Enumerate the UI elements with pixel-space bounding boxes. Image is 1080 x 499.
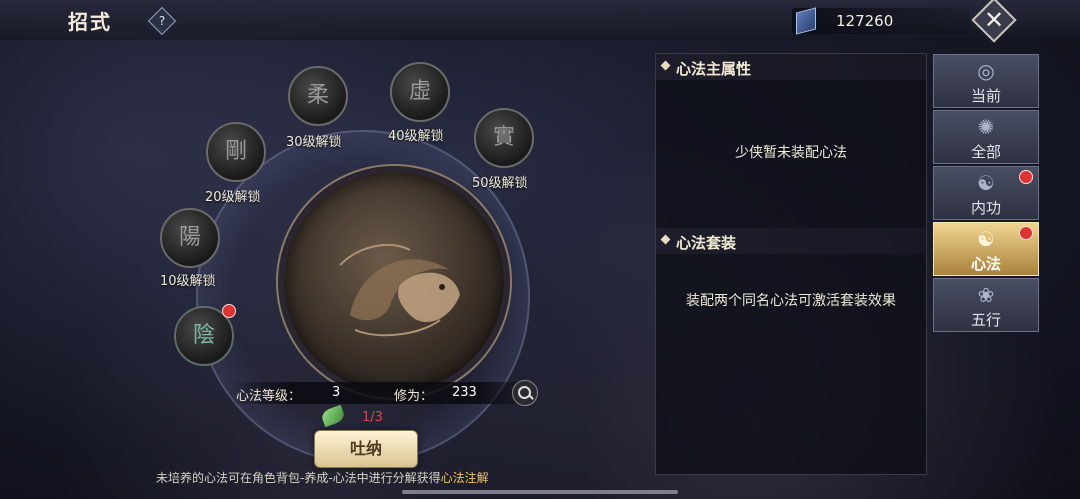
slot-glyph: 實 [492, 125, 515, 150]
slot-glyph: 虛 [408, 79, 431, 104]
page-title: 招式 [68, 10, 112, 34]
slot-unlock-label: 30级解锁 [286, 135, 342, 150]
slot-unlock-label: 20级解锁 [205, 190, 261, 205]
tab-label: 内功 [970, 199, 1001, 217]
tab-label: 全部 [970, 143, 1001, 161]
slot-unlock-label: 40级解锁 [388, 129, 444, 144]
slot-rou[interactable]: 柔 [288, 66, 348, 126]
level-value: 3 [332, 385, 341, 400]
attribute-panel: 心法主属性 少侠暂未装配心法 心法套装 装配两个同名心法可激活套装效果 [655, 53, 927, 475]
tab-label: 当前 [970, 87, 1001, 105]
help-button[interactable]: ? [147, 6, 177, 36]
main-attr-header: 心法主属性 [656, 54, 926, 80]
breathe-button-label: 吐纳 [349, 439, 382, 458]
slot-yang[interactable]: 陽 [160, 208, 220, 268]
slot-xu[interactable]: 虛 [390, 62, 450, 122]
breathe-count: 1/3 [362, 410, 383, 425]
main-attr-title: 心法主属性 [676, 60, 752, 78]
hint-text: 未培养的心法可在角色背包-养成-心法中进行分解获得心法注解 [156, 469, 489, 486]
tab-five-elements[interactable]: ❀ 五行 [933, 278, 1039, 332]
set-title: 心法套装 [676, 234, 737, 252]
slot-unlock-label: 50级解锁 [472, 176, 528, 191]
help-icon: ? [158, 14, 166, 28]
home-indicator [402, 490, 678, 494]
koi-fish-emblem [339, 244, 460, 337]
set-text: 装配两个同名心法可激活套装效果 [686, 293, 896, 309]
book-icon [796, 7, 816, 35]
hint-text-main: 未培养的心法可在角色背包-养成-心法中进行分解获得 [156, 471, 441, 485]
tab-current[interactable]: ◎ 当前 [933, 54, 1039, 108]
all-icon: ✺ [977, 115, 995, 139]
current-icon: ◎ [977, 59, 995, 83]
currency-value: 127260 [836, 12, 894, 30]
tab-heart-method-badge [1019, 226, 1033, 240]
slot-glyph: 剛 [224, 139, 247, 164]
inner-power-icon: ☯ [977, 171, 995, 195]
slot-shi[interactable]: 實 [474, 108, 534, 168]
set-header: 心法套装 [656, 228, 926, 254]
five-elements-icon: ❀ [977, 283, 995, 307]
diamond-icon [660, 234, 671, 245]
slot-unlock-label: 10级解锁 [160, 274, 216, 289]
hint-highlight: 心法注解 [440, 471, 489, 485]
slot-glyph: 陽 [178, 225, 201, 250]
slot-yin-badge [222, 304, 236, 318]
level-label: 心法等级： [236, 389, 302, 404]
level-info-bar: 心法等级： 3 修为： 233 [228, 382, 542, 404]
cultivation-label: 修为： [394, 389, 434, 404]
tab-inner-power-badge [1019, 170, 1033, 184]
tab-label: 心法 [970, 255, 1001, 273]
top-bar: 招式 ? 127260 ✕ [0, 0, 1080, 43]
cultivation-value: 233 [452, 385, 477, 400]
tab-label: 五行 [970, 311, 1001, 329]
main-attr-text: 少侠暂未装配心法 [735, 145, 847, 161]
diamond-icon [660, 60, 671, 71]
breathe-button[interactable]: 吐纳 [314, 430, 418, 468]
tab-all[interactable]: ✺ 全部 [933, 110, 1039, 164]
heart-method-icon: ☯ [977, 227, 995, 251]
slot-glyph: 柔 [306, 83, 329, 108]
slot-gang[interactable]: 剛 [206, 122, 266, 182]
close-icon: ✕ [983, 6, 1005, 34]
currency-display: 127260 [792, 7, 970, 35]
search-icon[interactable] [512, 380, 538, 406]
close-button[interactable]: ✕ [971, 0, 1017, 43]
